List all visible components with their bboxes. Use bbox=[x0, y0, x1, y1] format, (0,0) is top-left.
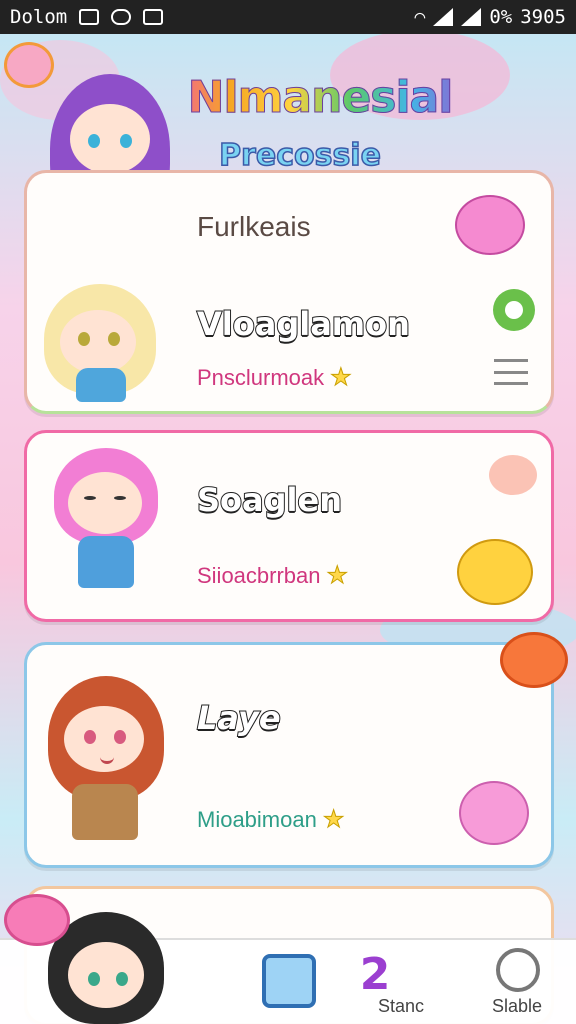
notification-icon bbox=[79, 9, 100, 25]
chat-bubble-icon[interactable] bbox=[489, 455, 537, 495]
yellow-bear-mascot-icon bbox=[457, 539, 533, 605]
media-icon bbox=[143, 9, 164, 25]
pink-bear-mascot-icon bbox=[459, 781, 529, 845]
app-title: Nlmanesial bbox=[170, 72, 470, 124]
signal-icon-2 bbox=[461, 8, 482, 26]
carrier-label: Dolom bbox=[10, 6, 68, 28]
character-avatar-red bbox=[44, 676, 168, 846]
character-subtitle: Pnsclurmoak bbox=[197, 365, 325, 390]
status-bar: Dolom ◠ 0% 3905 bbox=[0, 0, 576, 34]
orange-chat-bubble-icon[interactable] bbox=[500, 632, 568, 688]
app-subtitle: Precossie bbox=[218, 137, 381, 174]
time-label: 3905 bbox=[520, 6, 566, 28]
character-name: Vloaglamon bbox=[196, 304, 411, 344]
center-badge-count: 2 bbox=[359, 948, 391, 1000]
character-subtitle: Mioabimoan bbox=[197, 807, 317, 832]
star-icon: ★ bbox=[322, 806, 345, 834]
chat-icon[interactable] bbox=[493, 289, 535, 331]
character-name: Laye bbox=[196, 698, 282, 738]
character-subtitle: Siioacbrrban bbox=[197, 563, 321, 588]
pink-mascot-icon bbox=[455, 195, 525, 255]
menu-icon[interactable] bbox=[493, 359, 529, 385]
grid-icon[interactable] bbox=[262, 954, 316, 1008]
battery-label: 0% bbox=[489, 6, 513, 28]
star-icon: ★ bbox=[326, 562, 349, 590]
gamepad-icon bbox=[111, 9, 132, 25]
nav-item-label[interactable]: Stanc bbox=[378, 996, 424, 1017]
gear-icon[interactable] bbox=[496, 948, 540, 992]
character-avatar-pink bbox=[46, 448, 166, 598]
card-top-label: Furlkeais bbox=[197, 211, 311, 242]
signal-icon bbox=[433, 8, 454, 26]
character-subtitle-row: Mioabimoan ★ bbox=[197, 805, 345, 834]
center-badge[interactable]: 2 bbox=[320, 946, 430, 1002]
star-icon: ★ bbox=[330, 364, 352, 392]
settings-label[interactable]: Slable bbox=[492, 996, 542, 1017]
character-name: Soaglen bbox=[196, 480, 343, 520]
character-subtitle-row: Siioacbrrban ★ bbox=[197, 561, 349, 590]
heart-bubble-icon bbox=[4, 894, 70, 946]
wifi-icon: ◠ bbox=[414, 6, 426, 28]
character-subtitle-row: Pnsclurmoak ★ bbox=[197, 363, 352, 392]
character-avatar-blonde bbox=[40, 284, 160, 404]
